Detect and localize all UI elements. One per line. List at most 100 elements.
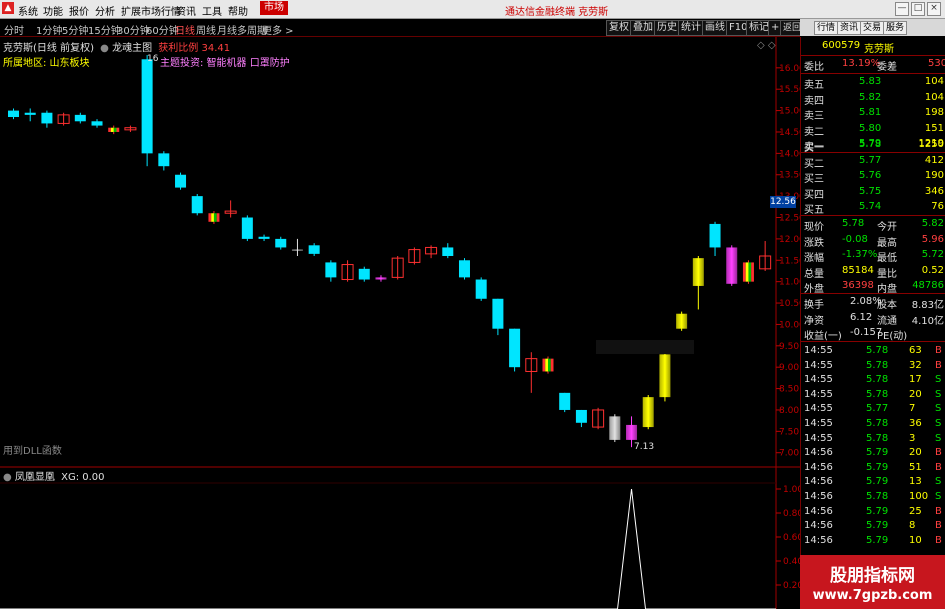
tab-1min[interactable]: 1分钟: [36, 22, 62, 37]
tick-volume: 20: [909, 388, 922, 400]
close-icon[interactable]: ×: [927, 2, 941, 16]
stat-label-2: 量比: [877, 268, 897, 280]
candle-body: [609, 416, 621, 440]
tab-quote[interactable]: 行情: [814, 21, 839, 35]
draw-line-button[interactable]: 画线: [702, 20, 728, 36]
tick-side: B: [935, 345, 942, 356]
menu-item-news[interactable]: 资讯: [176, 3, 196, 18]
fund-label-2: 股本: [877, 300, 897, 311]
candle-body: [709, 223, 721, 248]
sub-axis: 1.00 0.80 0.60 0.40 0.20: [776, 485, 800, 591]
ask-row: 卖二 5.80 151: [804, 122, 944, 138]
candle-body-segment: [745, 262, 749, 282]
hint-box: [596, 340, 694, 354]
candle: [325, 260, 337, 282]
watermark-banner: 股朋指标网 www.7gpzb.com: [800, 555, 945, 609]
menu-item-system[interactable]: 系统: [18, 3, 38, 18]
price-tick-label: 15.00: [779, 107, 800, 117]
candle: [308, 243, 320, 256]
tab-15min[interactable]: 15分钟: [88, 22, 121, 37]
watermark-url: www.7gpzb.com: [812, 588, 933, 603]
webi-label: 委比: [804, 62, 824, 73]
bid-volume: 76: [931, 201, 944, 212]
candle-body: [358, 268, 370, 280]
tick-volume: 100: [909, 491, 929, 502]
stock-code: 600579: [822, 40, 861, 51]
statistics-button[interactable]: 统计: [678, 20, 704, 36]
chart-toggle-icons[interactable]: ◇ ◇: [757, 40, 776, 51]
webi-row: 委比 13.19% 委差 530: [804, 57, 945, 73]
candle-body: [191, 196, 203, 214]
chart-svg[interactable]: 16.0015.5015.0014.5014.0013.5013.0012.50…: [0, 37, 800, 609]
tick-volume: 63: [909, 345, 922, 356]
candle-body-segment: [550, 358, 554, 372]
indicator-name[interactable]: 龙魂主图: [112, 43, 152, 54]
fund-label: 净资: [804, 315, 824, 327]
tab-news[interactable]: 资讯: [837, 21, 862, 35]
menu-item-quote[interactable]: 报价: [69, 3, 89, 18]
tick-time: 14:56: [804, 476, 833, 488]
tick-price: 5.78: [866, 432, 889, 444]
tab-weekly[interactable]: 周线: [196, 22, 216, 37]
chart-title-row: 克劳斯(日线 前复权) ● 龙魂主图 获利比例 34.41: [3, 39, 230, 54]
candle-body: [258, 236, 270, 239]
tab-60min[interactable]: 60分钟: [146, 22, 179, 37]
tick-volume: 32: [909, 359, 922, 371]
stat-value: 85184: [842, 264, 874, 276]
candle: [676, 311, 688, 331]
fundamental-row: 换手 2.08% 股本 8.83亿: [804, 295, 944, 311]
tab-trade[interactable]: 交易: [860, 21, 885, 35]
watermark-title: 股朋指标网: [830, 566, 915, 586]
history-button[interactable]: 历史: [654, 20, 680, 36]
minimize-icon[interactable]: —: [895, 2, 909, 16]
restore-rights-button[interactable]: 复权: [606, 20, 632, 36]
menu-item-tools[interactable]: 工具: [202, 3, 222, 18]
candle-body-segment: [751, 262, 754, 282]
tab-5min[interactable]: 5分钟: [62, 22, 88, 37]
tab-more[interactable]: 更多 >: [262, 22, 294, 37]
tab-daily[interactable]: 日线: [175, 22, 195, 37]
subchart-name[interactable]: 凤凰显凰: [15, 472, 55, 483]
candle: [124, 125, 137, 132]
menu-item-function[interactable]: 功能: [43, 3, 63, 18]
maximize-icon[interactable]: □: [911, 2, 925, 16]
ask-price: 5.83: [859, 76, 882, 87]
kline-chart-area[interactable]: 16.0015.5015.0014.5014.0013.5013.0012.50…: [0, 37, 800, 609]
stat-row: 涨幅 -1.37% 最低 5.72: [804, 248, 944, 264]
candle-body-segment: [545, 358, 549, 372]
price-tick-label: 11.50: [779, 256, 800, 266]
candle: [642, 394, 654, 430]
price-tick-label: 14.00: [779, 149, 800, 159]
candle-body-segment: [211, 213, 214, 222]
stock-name-label: 克劳斯(日线 前复权): [3, 43, 94, 54]
candle: [158, 151, 170, 171]
stat-value-2: 0.52: [921, 264, 944, 276]
overlay-button[interactable]: 叠加: [630, 20, 656, 36]
menu-item-ext-market[interactable]: 扩展市场行情: [121, 3, 181, 18]
candle: [358, 266, 370, 282]
tab-service[interactable]: 服务: [883, 21, 908, 35]
quote-panel: 600579 克劳斯 委比 13.19% 委差 530 卖五 5.83 104 卖四 5…: [800, 37, 945, 609]
candle: [692, 256, 704, 310]
candle-body: [91, 121, 103, 126]
tab-intraday[interactable]: 分时: [4, 22, 24, 37]
candle-body-segment: [110, 127, 114, 132]
menu-item-help[interactable]: 帮助: [228, 3, 248, 18]
candle: [742, 260, 754, 284]
tick-price: 5.79: [866, 520, 889, 532]
tick-row: 14:56 5.79 13 S: [804, 475, 944, 490]
stat-label-2: 最低: [877, 253, 897, 264]
webi-value: 13.19%: [842, 58, 881, 69]
menu-item-analysis[interactable]: 分析: [95, 3, 115, 18]
fundamental-row: 净资 6.12 流通 4.10亿: [804, 311, 944, 327]
candles: [8, 55, 772, 448]
candle: [509, 328, 521, 372]
ask-label: 卖五: [804, 80, 824, 91]
tab-monthly[interactable]: 月线: [217, 22, 237, 37]
market-button[interactable]: 市场: [260, 1, 288, 15]
tick-price: 5.79: [866, 447, 889, 459]
fund-label: 收益(一): [804, 331, 842, 342]
candle-body: [659, 354, 671, 398]
tab-30min[interactable]: 30分钟: [117, 22, 150, 37]
candle-body: [308, 245, 320, 254]
